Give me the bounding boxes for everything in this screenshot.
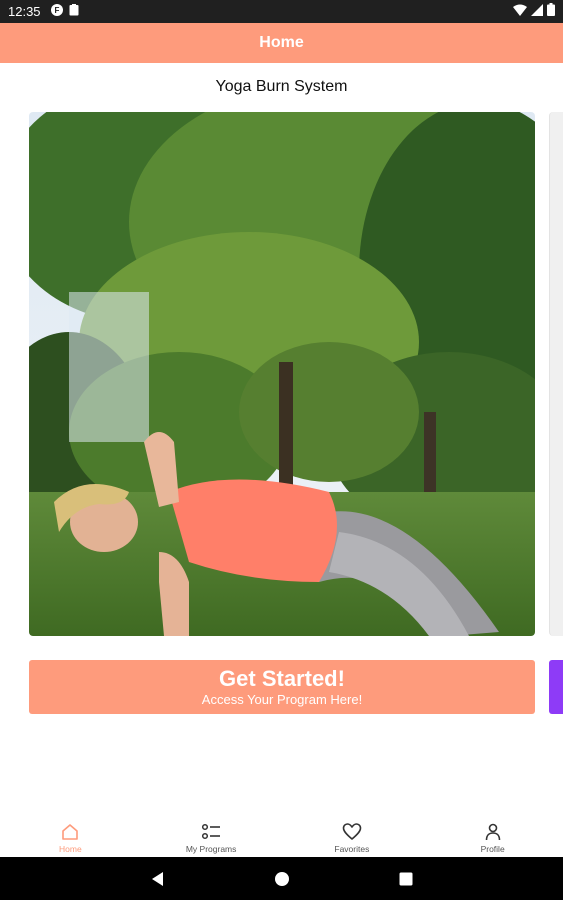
program-title: Yoga Burn System — [215, 78, 348, 95]
get-started-title: Get Started! — [219, 665, 345, 691]
app-notification-icon: F — [50, 3, 63, 21]
nav-label-home: Home — [59, 844, 82, 854]
svg-text:F: F — [54, 6, 59, 15]
wifi-icon — [513, 3, 527, 21]
clipboard-icon — [69, 3, 79, 21]
screen: 12:35 F Home Yoga Burn System Get Starte… — [0, 0, 563, 900]
page-title: Home — [259, 34, 304, 51]
get-started-subtitle: Access Your Program Here! — [201, 691, 363, 707]
program-hero-image[interactable] — [29, 112, 535, 636]
nav-label-my-programs: My Programs — [185, 844, 237, 854]
nav-label-favorites: Favorites — [334, 844, 370, 854]
person-icon — [483, 822, 503, 842]
next-program-button-peek[interactable] — [549, 660, 563, 714]
home-icon — [60, 822, 80, 842]
nav-label-profile: Profile — [480, 844, 505, 854]
list-icon — [201, 822, 221, 842]
get-started-button[interactable]: Get Started! Access Your Program Here! — [29, 660, 535, 714]
system-navigation-bar — [0, 857, 563, 900]
battery-icon — [547, 2, 555, 21]
heart-icon — [342, 822, 362, 842]
recents-icon[interactable] — [394, 867, 418, 891]
nav-item-profile[interactable]: Profile — [422, 815, 563, 857]
bottom-navigation: Home My Programs Favorites Profile — [0, 815, 563, 857]
next-program-card-peek[interactable] — [549, 112, 563, 636]
home-circle-icon[interactable] — [270, 867, 294, 891]
back-icon[interactable] — [146, 867, 170, 891]
yoga-side-plank-photo — [29, 112, 535, 636]
top-app-bar: Home — [0, 23, 563, 63]
nav-item-my-programs[interactable]: My Programs — [141, 815, 282, 857]
signal-icon — [531, 3, 543, 21]
status-time: 12:35 — [8, 4, 41, 19]
status-indicators — [513, 2, 555, 21]
status-bar: 12:35 F — [0, 0, 563, 23]
nav-item-favorites[interactable]: Favorites — [282, 815, 423, 857]
nav-item-home[interactable]: Home — [0, 815, 141, 857]
